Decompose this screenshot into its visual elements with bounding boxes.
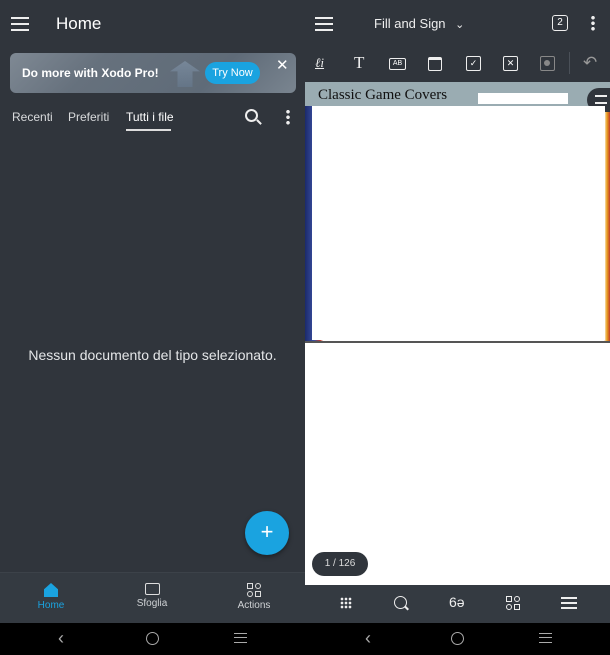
blank-white-overlay (312, 106, 605, 340)
back-icon[interactable]: ‹ (58, 628, 64, 649)
outline-icon[interactable] (561, 597, 577, 609)
xodo-home-panel: Home Do more with Xodo Pro! Try Now ✕ Re… (0, 0, 305, 623)
try-now-button[interactable]: Try Now (205, 62, 260, 84)
system-nav-bar: ‹ (0, 623, 305, 655)
nav-actions[interactable]: Actions (219, 583, 289, 611)
mode-selector[interactable]: Fill and Sign ⌄ (374, 16, 464, 31)
date-icon[interactable] (428, 57, 442, 71)
nav-sfoglia-label: Sfoglia (136, 598, 168, 609)
signature-icon[interactable]: ℓi (315, 55, 335, 73)
arrow-graphic-icon (170, 61, 200, 87)
search-icon[interactable] (394, 596, 409, 611)
more-options-icon[interactable] (286, 109, 290, 125)
folder-icon (144, 583, 160, 595)
comb-field-icon[interactable]: AB (389, 58, 406, 70)
tab-tutti-i-file[interactable]: Tutti i file (126, 110, 174, 124)
back-icon[interactable]: ‹ (365, 628, 371, 649)
undo-icon[interactable]: ↶ (583, 53, 597, 73)
search-icon[interactable] (245, 109, 262, 125)
checkmark-icon[interactable]: ✓ (466, 56, 481, 71)
menu-icon[interactable] (314, 16, 334, 32)
home-icon (44, 583, 58, 597)
active-tab-indicator (126, 129, 171, 131)
home-circle-icon[interactable] (451, 632, 464, 645)
home-circle-icon[interactable] (146, 632, 159, 645)
document-title: Classic Game Covers (318, 87, 448, 103)
pro-banner[interactable]: Do more with Xodo Pro! Try Now ✕ (10, 53, 296, 93)
nav-sfoglia[interactable]: Sfoglia (117, 583, 187, 609)
page-title: Home (56, 14, 102, 33)
recents-icon[interactable] (234, 633, 247, 643)
tab-count-badge[interactable]: 2 (552, 15, 568, 31)
document-page[interactable]: Classic Game Covers (305, 82, 610, 585)
grid-icon (247, 583, 261, 597)
text-icon[interactable]: T (354, 53, 374, 72)
xodo-viewer-panel: Fill and Sign ⌄ 2 ℓi T AB ✓ ✕ ↶ Classic … (305, 0, 610, 623)
tab-recenti[interactable]: Recenti (12, 110, 53, 124)
tab-preferiti[interactable]: Preferiti (68, 110, 109, 124)
nav-home[interactable]: Home (16, 583, 86, 611)
recents-icon[interactable] (539, 633, 552, 643)
add-fab-button[interactable]: + (245, 511, 289, 555)
empty-state-message: Nessun documento del tipo selezionato. (28, 347, 277, 363)
page-indicator[interactable]: 1 / 126 (312, 552, 368, 576)
close-icon[interactable]: ✕ (276, 56, 289, 74)
banner-text: Do more with Xodo Pro! (22, 66, 159, 80)
cross-icon[interactable]: ✕ (503, 56, 518, 71)
reading-mode-icon[interactable]: 6ə (449, 594, 465, 610)
mode-label: Fill and Sign (374, 16, 446, 31)
thumbnails-icon[interactable] (340, 597, 352, 609)
dot-icon[interactable] (540, 56, 555, 71)
menu-icon[interactable] (10, 16, 30, 32)
page-edge (305, 341, 610, 343)
toolbar-divider (569, 52, 570, 74)
system-nav-bar: ‹ (305, 623, 610, 655)
chevron-down-icon: ⌄ (455, 19, 465, 31)
nav-actions-label: Actions (237, 600, 271, 611)
grid-icon[interactable] (506, 596, 520, 610)
search-box (478, 93, 568, 104)
bottom-toolbar: 6ə (305, 585, 610, 623)
bottom-navigation: Home Sfoglia Actions (0, 572, 305, 623)
more-options-icon[interactable] (591, 15, 595, 31)
nav-home-label: Home (37, 600, 65, 611)
